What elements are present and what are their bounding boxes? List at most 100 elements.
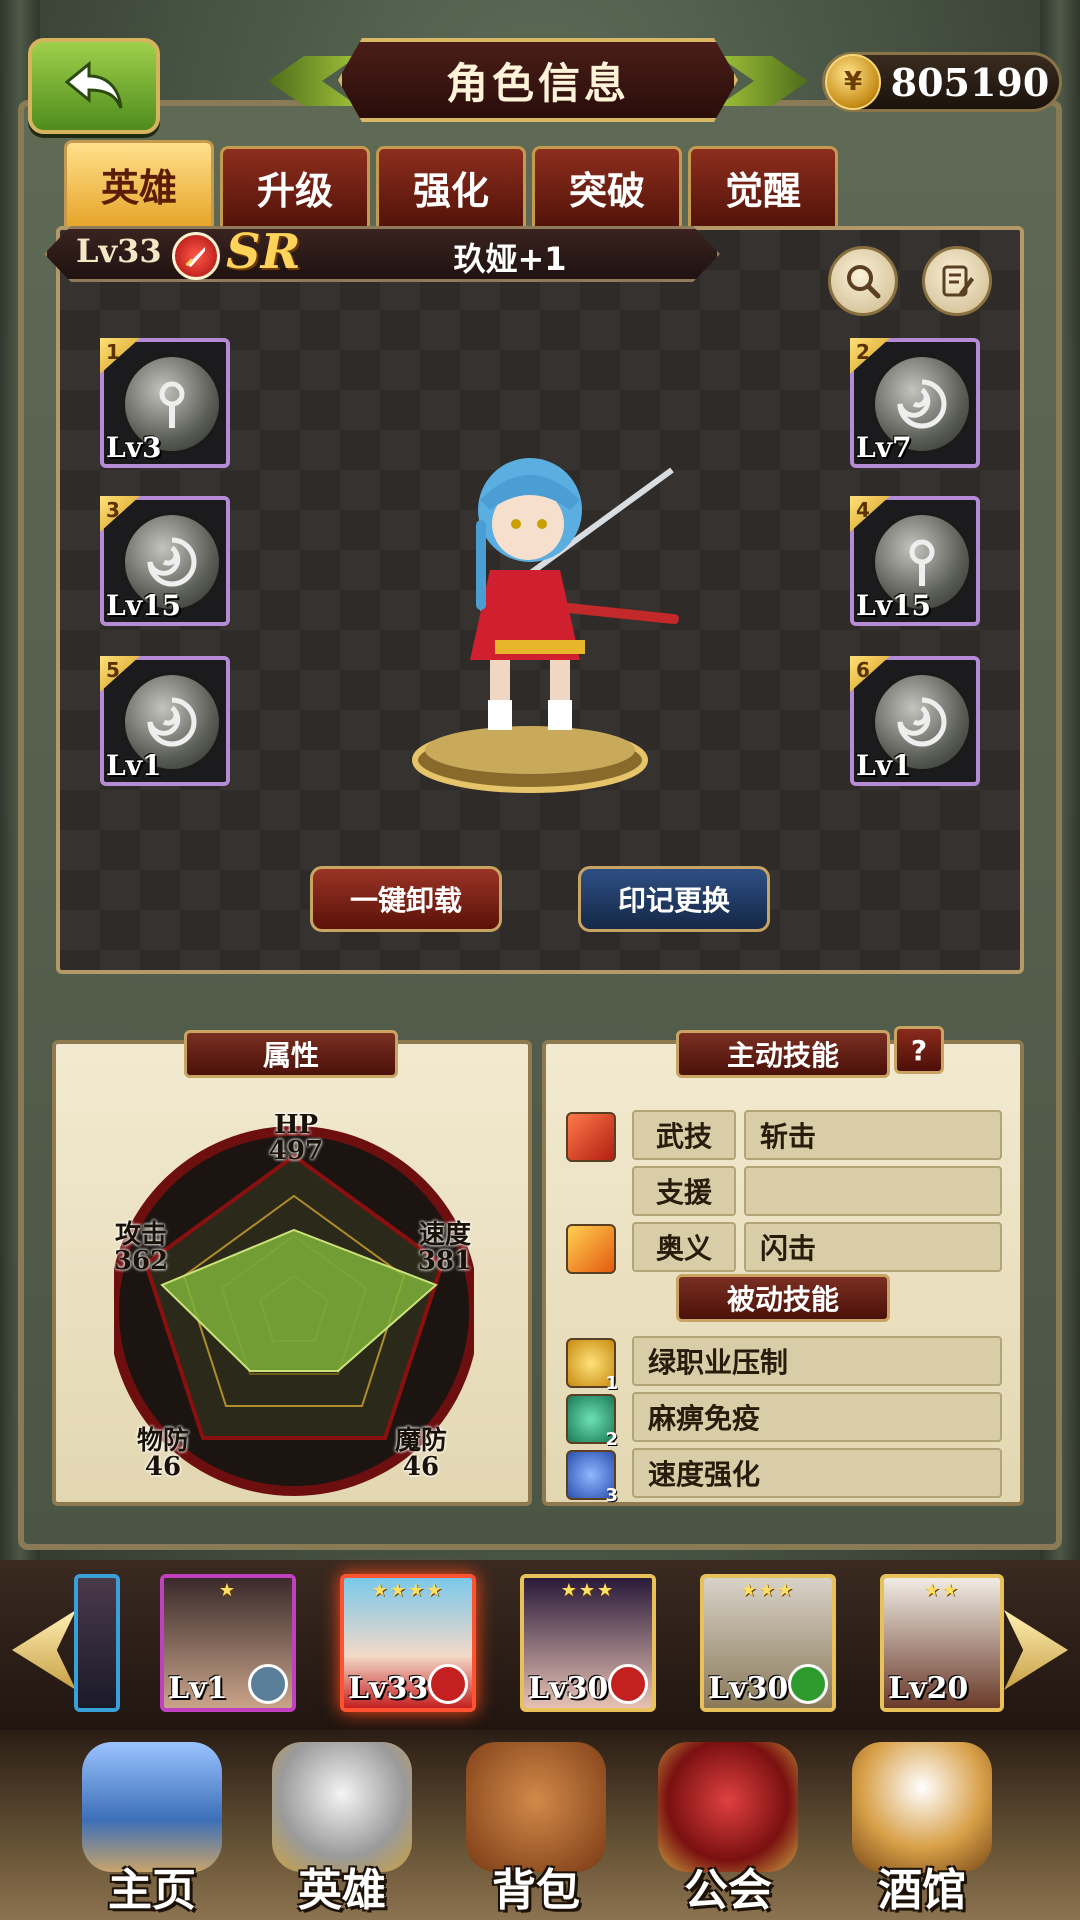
- rune-slot-4[interactable]: 4 Lv15: [850, 496, 980, 626]
- title-banner: 角色信息: [268, 30, 798, 130]
- skill-row-support[interactable]: 支援: [558, 1166, 1008, 1216]
- skill-name: 绿职业压制: [632, 1336, 1002, 1386]
- mdef-stat: 魔防 46: [394, 1426, 447, 1482]
- slot-level: Lv1: [106, 749, 162, 782]
- hp-stat: HP 497: [268, 1110, 324, 1166]
- card-level: Lv1: [168, 1671, 228, 1706]
- coin-counter: ¥ 805190: [822, 52, 1062, 112]
- pdef-stat: 物防 46: [136, 1426, 189, 1482]
- sword-class-icon: [428, 1664, 468, 1704]
- coin-icon: ¥: [825, 54, 881, 110]
- card-level: Lv30: [708, 1671, 789, 1706]
- axe-class-icon: [788, 1664, 828, 1704]
- rarity-stars: ★: [218, 1580, 238, 1601]
- slot-number: 4: [856, 498, 870, 522]
- staff-class-icon: [248, 1664, 288, 1704]
- attack-stat: 攻击 362: [113, 1220, 169, 1276]
- slot-level: Lv15: [856, 589, 931, 622]
- rune-slot-1[interactable]: 1 Lv3: [100, 338, 230, 468]
- roster-card[interactable]: ★★ Lv20: [880, 1574, 1004, 1712]
- slot-number: 2: [856, 340, 870, 364]
- passive-skill-3[interactable]: 3 速度强化: [558, 1448, 1008, 1506]
- passive-skill-icon: 2: [566, 1394, 618, 1450]
- skill-row-martial[interactable]: 武技 斩击: [558, 1110, 1008, 1162]
- hero-name: 玖娅+1: [453, 240, 567, 278]
- rune-slot-2[interactable]: 2 Lv7: [850, 338, 980, 468]
- slot-level: Lv15: [106, 589, 181, 622]
- rarity-stars: ★★★★: [371, 1580, 445, 1601]
- skill-name: 麻痹免疫: [632, 1392, 1002, 1442]
- flash-skill-icon: [566, 1224, 616, 1274]
- skill-help-button[interactable]: ?: [894, 1026, 944, 1074]
- coin-value: 805190: [890, 59, 1050, 105]
- passive-skill-icon: 3: [566, 1450, 618, 1506]
- attribute-radar-chart: HP 497 速度 381 魔防 46 物防 46 攻击 362: [109, 1112, 479, 1496]
- roster-card-selected[interactable]: ★★★★ Lv33: [340, 1574, 476, 1712]
- rune-slot-5[interactable]: 5 Lv1: [100, 656, 230, 786]
- helmet-icon: [272, 1742, 412, 1872]
- unequip-all-button[interactable]: 一键卸载: [310, 866, 502, 932]
- nav-hero[interactable]: 英雄: [252, 1742, 432, 1920]
- card-level: Lv20: [888, 1671, 969, 1706]
- rarity-stars: ★★: [923, 1580, 961, 1601]
- nav-tavern[interactable]: 酒馆: [832, 1742, 1012, 1920]
- page-title: 角色信息: [338, 38, 738, 122]
- nav-bag[interactable]: 背包: [446, 1742, 626, 1920]
- back-arrow-icon: [64, 60, 123, 109]
- slot-level: Lv7: [856, 431, 912, 464]
- search-button[interactable]: [828, 246, 898, 316]
- skill-name: 闪击: [744, 1222, 1002, 1272]
- nav-guild[interactable]: 公会: [638, 1742, 818, 1920]
- tab-hero[interactable]: 英雄: [64, 140, 214, 226]
- tab-breakthrough[interactable]: 突破: [532, 146, 682, 226]
- roster-card[interactable]: ★★★ Lv30: [520, 1574, 656, 1712]
- tab-awaken[interactable]: 觉醒: [688, 146, 838, 226]
- swap-seal-button[interactable]: 印记更换: [578, 866, 770, 932]
- beer-mug-icon: [852, 1742, 992, 1872]
- roster-card[interactable]: ★ Lv1: [160, 1574, 296, 1712]
- skills-panel: 主动技能 武技 斩击 支援 奥义 闪击 被动技能 1 绿职业压制 2 麻痹免疫 …: [542, 1030, 1024, 1506]
- slot-number: 5: [106, 658, 120, 682]
- skill-type: 支援: [632, 1166, 736, 1216]
- skill-row-ultimate[interactable]: 奥义 闪击: [558, 1222, 1008, 1274]
- rarity-stars: ★★★: [740, 1580, 796, 1601]
- sword-skill-icon: [566, 1112, 616, 1162]
- passive-skill-2[interactable]: 2 麻痹免疫: [558, 1392, 1008, 1450]
- skill-name: 速度强化: [632, 1448, 1002, 1498]
- skill-type: 武技: [632, 1110, 736, 1160]
- card-level: Lv30: [528, 1671, 609, 1706]
- attributes-title: 属性: [184, 1030, 398, 1078]
- card-level: Lv33: [348, 1671, 429, 1706]
- hero-level: Lv33: [76, 232, 162, 270]
- slot-number: 3: [106, 498, 120, 522]
- notes-button[interactable]: [922, 246, 992, 316]
- slot-number: 1: [106, 340, 120, 364]
- slot-level: Lv1: [856, 749, 912, 782]
- active-skills-title: 主动技能: [676, 1030, 890, 1078]
- tab-enhance[interactable]: 强化: [376, 146, 526, 226]
- passive-skills-title: 被动技能: [676, 1274, 890, 1322]
- nav-home[interactable]: 主页: [62, 1742, 242, 1920]
- roster-card[interactable]: ★★★ Lv30: [700, 1574, 836, 1712]
- skill-name: [744, 1166, 1002, 1216]
- slot-level: Lv3: [106, 431, 162, 464]
- roster-card-partial[interactable]: [74, 1574, 120, 1712]
- hero-character-figure: [412, 458, 679, 793]
- slot-number: 6: [856, 658, 870, 682]
- magnifier-icon: [847, 265, 881, 299]
- rune-slot-6[interactable]: 6 Lv1: [850, 656, 980, 786]
- backpack-icon: [466, 1742, 606, 1872]
- skill-type: 奥义: [632, 1222, 736, 1272]
- speed-stat: 速度 381: [417, 1220, 473, 1276]
- rune-slot-3[interactable]: 3 Lv15: [100, 496, 230, 626]
- rarity-stars: ★★★: [560, 1580, 616, 1601]
- edit-note-icon: [942, 265, 974, 297]
- tab-upgrade[interactable]: 升级: [220, 146, 370, 226]
- castle-icon: [82, 1742, 222, 1872]
- passive-skill-icon: 1: [566, 1338, 618, 1394]
- skill-name: 斩击: [744, 1110, 1002, 1160]
- back-button[interactable]: [28, 38, 160, 134]
- passive-skill-1[interactable]: 1 绿职业压制: [558, 1336, 1008, 1394]
- attributes-panel: 属性 HP 497 速度 381 魔防 46 物防 46 攻击 362: [52, 1030, 532, 1506]
- shield-icon: [658, 1742, 798, 1872]
